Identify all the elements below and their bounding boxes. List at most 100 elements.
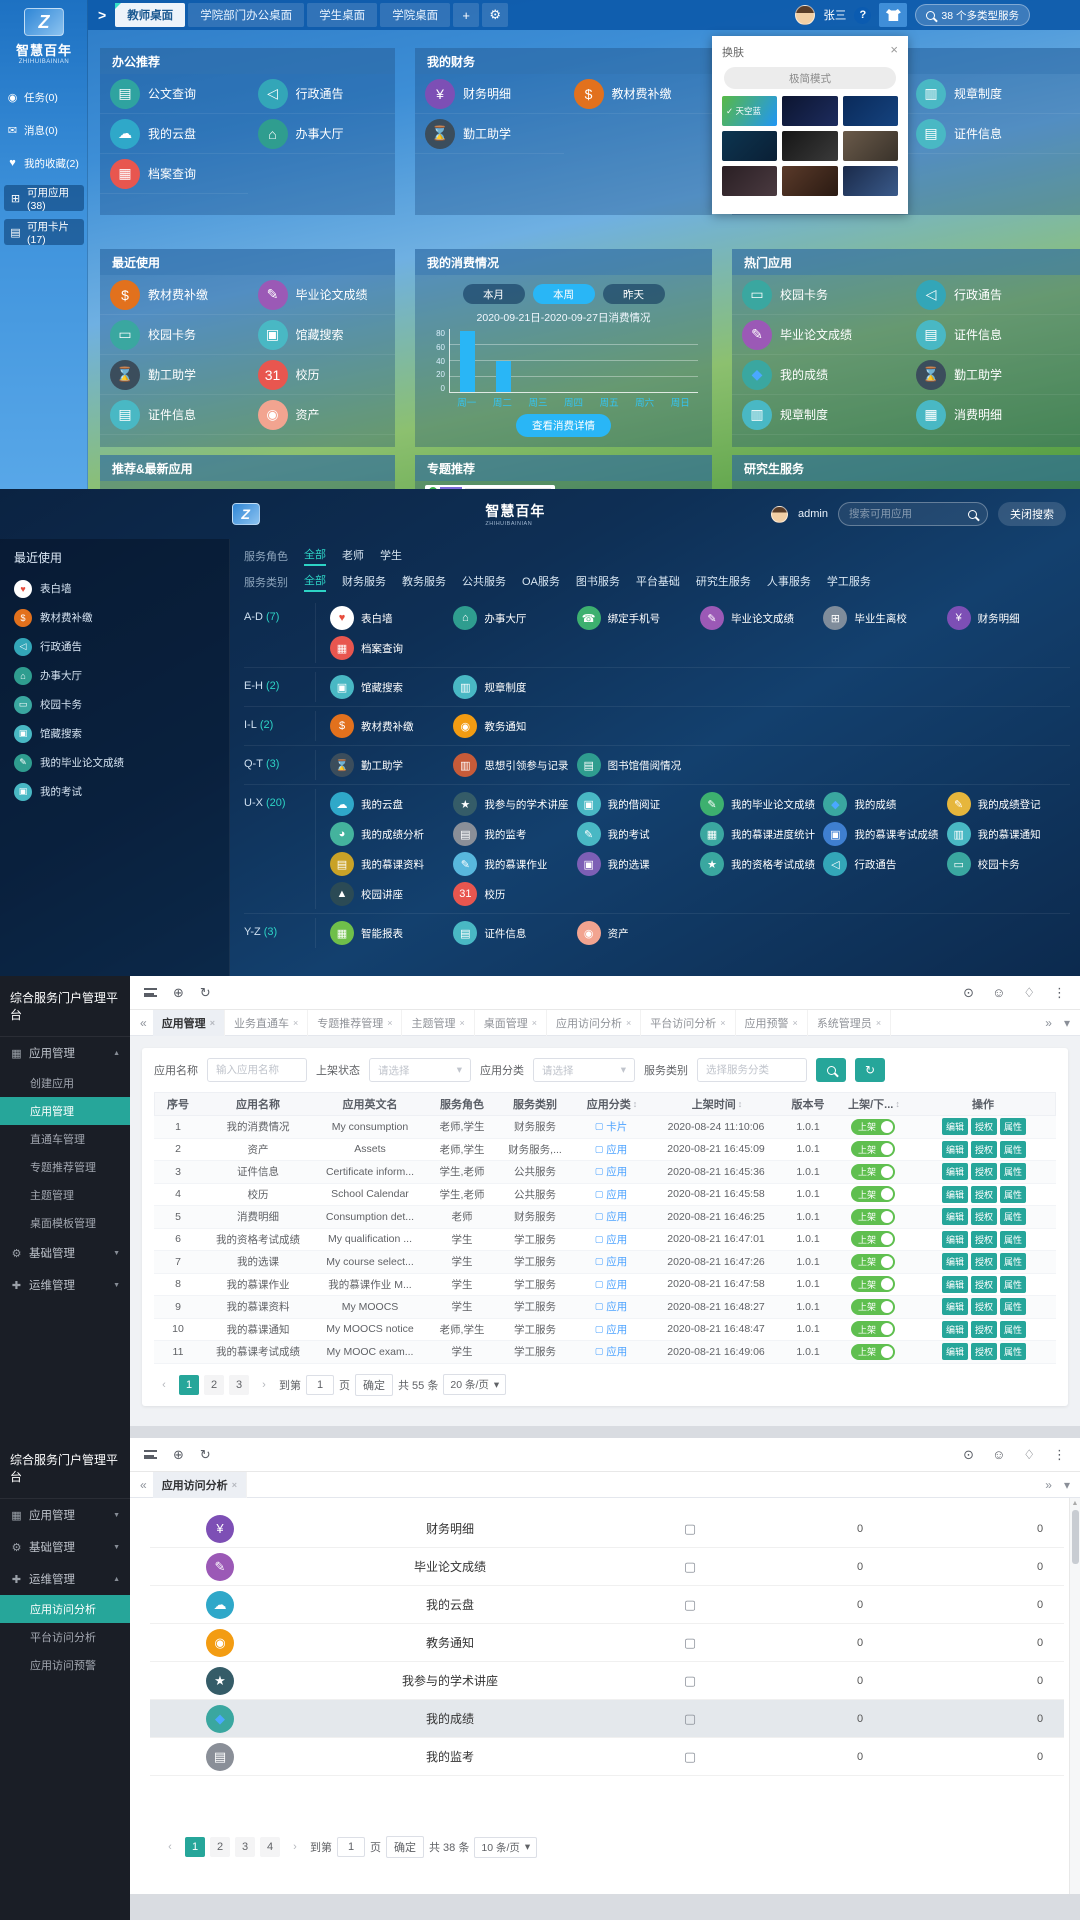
authorize-button[interactable]: 授权 [971, 1321, 997, 1338]
category-filter-option[interactable]: 全部 [304, 572, 326, 592]
service-type-input[interactable] [697, 1058, 807, 1082]
app-tile[interactable]: ▤ 公文查询 [100, 74, 248, 114]
service-search[interactable]: 38 个多类型服务 [915, 4, 1030, 26]
authorize-button[interactable]: 授权 [971, 1276, 997, 1293]
publish-toggle[interactable]: 上架 [851, 1141, 895, 1157]
edit-button[interactable]: 编辑 [942, 1141, 968, 1158]
skin-thumbnail[interactable] [843, 96, 898, 126]
app-tile[interactable]: ▦我的慕课进度统计 [700, 819, 823, 849]
app-tile[interactable]: ☁ 我的云盘 [100, 114, 248, 154]
app-tile[interactable]: ⌛ 勤工助学 [415, 114, 564, 154]
tabs-scroll-right[interactable]: » [1039, 1478, 1058, 1492]
publish-toggle[interactable]: 上架 [851, 1254, 895, 1270]
skin-thumbnail[interactable] [782, 166, 837, 196]
prev-page-button[interactable]: ‹ [154, 1375, 174, 1395]
app-tile[interactable]: ⊞毕业生离校 [823, 603, 946, 633]
app-tile[interactable]: ◉资产 [577, 918, 700, 948]
app-tile[interactable]: ✎我的慕课作业 [453, 849, 576, 879]
app-tile[interactable]: ▤ 证件信息 [100, 395, 248, 435]
submenu-item[interactable]: 直通车管理 [0, 1125, 130, 1153]
range-button[interactable]: 昨天 [603, 284, 665, 304]
analysis-row[interactable]: ☁ 我的云盘 ▢ 0 0 [150, 1586, 1064, 1624]
admin-tab[interactable]: 应用管理 × [153, 1010, 225, 1036]
close-icon[interactable]: × [793, 1018, 798, 1028]
authorize-button[interactable]: 授权 [971, 1253, 997, 1270]
app-tile[interactable]: ♥表白墙 [330, 603, 453, 633]
authorize-button[interactable]: 授权 [971, 1231, 997, 1248]
add-desktop-button[interactable]: + [453, 3, 479, 27]
refresh-icon[interactable]: ↻ [200, 985, 211, 1001]
app-tile[interactable]: ⌛ 勤工助学 [100, 355, 248, 395]
submenu-item[interactable]: 主题管理 [0, 1181, 130, 1209]
edit-button[interactable]: 编辑 [942, 1298, 968, 1315]
app-tile[interactable]: ✎我的成绩登记 [947, 789, 1070, 819]
submenu-item[interactable]: 创建应用 [0, 1069, 130, 1097]
more-icon[interactable]: ⋮ [1053, 1447, 1066, 1463]
skin-thumbnail[interactable] [843, 166, 898, 196]
properties-button[interactable]: 属性 [1000, 1253, 1026, 1270]
category-filter-option[interactable]: 学工服务 [827, 573, 871, 591]
close-icon[interactable]: × [210, 1018, 215, 1028]
properties-button[interactable]: 属性 [1000, 1141, 1026, 1158]
recent-app-item[interactable]: ▣ 我的考试 [14, 777, 215, 806]
app-tile[interactable]: ▤ 证件信息 [906, 114, 1080, 154]
page-input[interactable] [306, 1375, 334, 1395]
cell-app-type-link[interactable]: ▢应用 [572, 1142, 650, 1157]
globe-icon[interactable]: ⊕ [173, 985, 184, 1001]
cell-app-type-link[interactable]: ▢应用 [572, 1164, 650, 1179]
publish-toggle[interactable]: 上架 [851, 1209, 895, 1225]
edit-button[interactable]: 编辑 [942, 1276, 968, 1293]
analysis-row[interactable]: ✎ 毕业论文成绩 ▢ 0 0 [150, 1548, 1064, 1586]
analysis-row[interactable]: ★ 我参与的学术讲座 ▢ 0 0 [150, 1662, 1064, 1700]
publish-toggle[interactable]: 上架 [851, 1231, 895, 1247]
tabs-scroll-left[interactable]: « [134, 1016, 153, 1030]
category-filter-option[interactable]: 图书服务 [576, 573, 620, 591]
app-tile[interactable]: ▥我的慕课通知 [947, 819, 1070, 849]
app-tile[interactable]: ◁ 行政通告 [906, 275, 1080, 315]
table-row[interactable]: 2 资产 Assets 老师,学生 财务服务,... ▢应用 2020-08-2… [154, 1139, 1056, 1162]
app-tile[interactable]: ▲校园讲座 [330, 879, 453, 909]
page-number[interactable]: 2 [204, 1375, 224, 1395]
authorize-button[interactable]: 授权 [971, 1208, 997, 1225]
page-number[interactable]: 4 [260, 1837, 280, 1857]
range-button[interactable]: 本周 [533, 284, 595, 304]
app-tile[interactable]: ▭ 校园卡务 [732, 275, 906, 315]
close-icon[interactable]: × [387, 1018, 392, 1028]
submenu-item[interactable]: 应用访问预警 [0, 1651, 130, 1679]
close-icon[interactable]: × [232, 1480, 237, 1490]
scroll-up-icon[interactable]: ▲ [1070, 1498, 1080, 1507]
close-icon[interactable]: × [876, 1018, 881, 1028]
page-number[interactable]: 3 [235, 1837, 255, 1857]
collapse-menu-icon[interactable] [144, 988, 157, 997]
recent-app-item[interactable]: $ 教材费补缴 [14, 603, 215, 632]
publish-toggle[interactable]: 上架 [851, 1186, 895, 1202]
app-tile[interactable]: ▣我的慕课考试成绩 [823, 819, 946, 849]
table-row[interactable]: 7 我的选课 My course select... 学生 学工服务 ▢应用 2… [154, 1251, 1056, 1274]
submenu-item[interactable]: 应用访问分析 [0, 1595, 130, 1623]
search-button[interactable] [816, 1058, 846, 1082]
cell-app-type-link[interactable]: ▢应用 [572, 1187, 650, 1202]
skin-thumbnail[interactable]: ✓ 天空蓝 [722, 96, 777, 126]
sidebar-item[interactable]: ◉ 任务(0) [0, 83, 88, 111]
app-tile[interactable]: ⌂ 办事大厅 [248, 114, 396, 154]
app-tile[interactable]: ▦ 消费明细 [906, 395, 1080, 435]
app-tile[interactable]: ◆我的成绩 [823, 789, 946, 819]
app-tile[interactable]: ▦档案查询 [330, 633, 453, 663]
app-tile[interactable]: ◕我的成绩分析 [330, 819, 453, 849]
close-search-button[interactable]: 关闭搜索 [998, 502, 1066, 526]
skin-thumbnail[interactable] [843, 131, 898, 161]
category-filter-option[interactable]: 平台基础 [636, 573, 680, 591]
app-tile[interactable]: ▣我的借阅证 [577, 789, 700, 819]
app-tile[interactable]: ▤图书馆借阅情况 [577, 750, 700, 780]
tabs-menu-caret[interactable]: ▾ [1058, 1016, 1076, 1030]
refresh-icon[interactable]: ↻ [200, 1447, 211, 1463]
recent-app-item[interactable]: ▭ 校园卡务 [14, 690, 215, 719]
submenu-item[interactable]: 应用管理 [0, 1097, 130, 1125]
role-filter-option[interactable]: 老师 [342, 547, 364, 565]
role-filter-option[interactable]: 全部 [304, 546, 326, 566]
edit-button[interactable]: 编辑 [942, 1163, 968, 1180]
skin-thumbnail[interactable] [722, 131, 777, 161]
view-consumption-detail-button[interactable]: 查看消费详情 [516, 414, 611, 437]
edit-button[interactable]: 编辑 [942, 1321, 968, 1338]
app-tile[interactable]: ✎我的考试 [577, 819, 700, 849]
